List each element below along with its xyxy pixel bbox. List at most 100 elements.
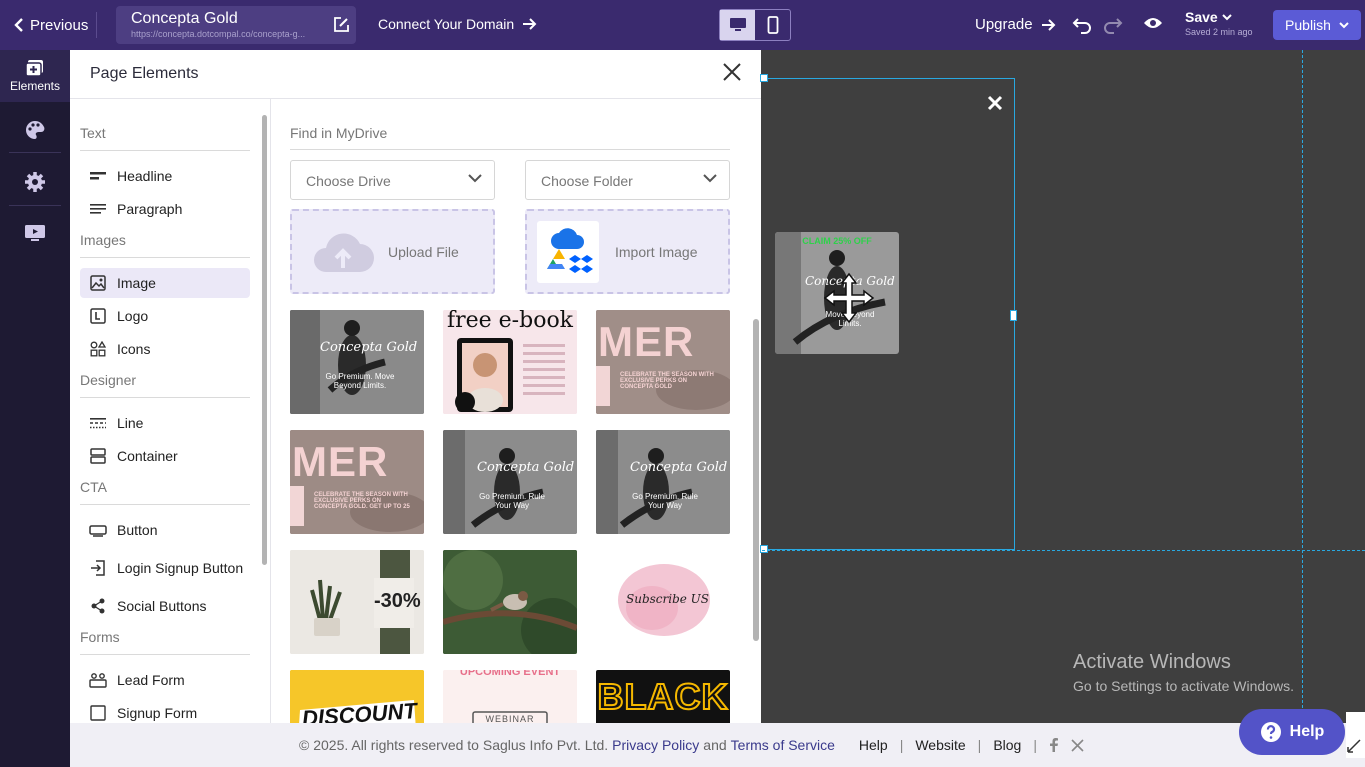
desktop-view-button[interactable] bbox=[720, 10, 755, 40]
device-toggle bbox=[719, 9, 791, 41]
image-thumbnail[interactable]: free e-book bbox=[443, 310, 577, 414]
publish-label: Publish bbox=[1285, 17, 1331, 33]
image-thumbnail[interactable]: Concepta Gold Go Premium. Rule Your Way bbox=[443, 430, 577, 534]
signup-form-icon bbox=[89, 704, 107, 722]
element-image[interactable]: Image bbox=[80, 268, 250, 298]
thumbnail-title: free e-book bbox=[446, 310, 574, 333]
resize-handle[interactable] bbox=[760, 545, 768, 553]
group-title: Designer bbox=[80, 372, 137, 388]
palette-icon bbox=[26, 121, 45, 139]
previous-button[interactable]: Previous bbox=[0, 17, 96, 34]
help-label: Help bbox=[1289, 723, 1325, 740]
choose-drive-select[interactable]: Choose Drive bbox=[290, 160, 495, 200]
preview-eye-icon[interactable] bbox=[1143, 15, 1163, 31]
chevron-down-icon bbox=[703, 174, 717, 183]
element-headline[interactable]: Headline bbox=[80, 161, 250, 191]
upgrade-label: Upgrade bbox=[975, 16, 1033, 33]
resize-handle[interactable] bbox=[1010, 310, 1017, 321]
terms-link[interactable]: Terms of Service bbox=[731, 737, 835, 753]
image-thumbnail[interactable]: MER CELEBRATE THE SEASON WITH EXCLUSIVE … bbox=[596, 310, 730, 414]
categories-scrollbar[interactable] bbox=[259, 99, 270, 723]
close-icon[interactable] bbox=[986, 94, 1004, 112]
facebook-icon[interactable] bbox=[1049, 738, 1059, 752]
divider bbox=[96, 12, 97, 38]
thumbnail-subtitle: Go Premium. Move Beyond Limits. bbox=[325, 372, 395, 390]
element-container[interactable]: Container bbox=[80, 441, 250, 471]
redo-icon[interactable] bbox=[1103, 14, 1123, 34]
privacy-policy-link[interactable]: Privacy Policy bbox=[612, 737, 699, 753]
image-thumbnail[interactable]: Concepta Gold Go Premium. Move Beyond Li… bbox=[290, 310, 424, 414]
close-icon[interactable] bbox=[721, 61, 743, 83]
image-thumbnail[interactable] bbox=[443, 550, 577, 654]
thumbnail-title: -30% bbox=[374, 590, 421, 612]
connect-domain-button[interactable]: Connect Your Domain bbox=[378, 16, 537, 32]
publish-button[interactable]: Publish bbox=[1273, 10, 1361, 40]
choose-folder-value: Choose Folder bbox=[541, 173, 633, 189]
image-thumbnail[interactable]: DISCOUNT bbox=[290, 670, 424, 723]
element-label: Paragraph bbox=[117, 201, 183, 217]
element-line[interactable]: Line bbox=[80, 408, 250, 438]
image-thumbnail[interactable]: BLACK bbox=[596, 670, 730, 723]
login-icon bbox=[89, 559, 107, 577]
undo-icon[interactable] bbox=[1072, 14, 1092, 34]
element-login-signup-button[interactable]: Login Signup Button bbox=[80, 548, 250, 588]
element-logo[interactable]: Logo bbox=[80, 301, 250, 331]
element-lead-form[interactable]: Lead Form bbox=[80, 665, 250, 695]
arrow-right-icon bbox=[523, 18, 537, 30]
thumbnail-subtitle: CELEBRATE THE SEASON WITH EXCLUSIVE PERK… bbox=[314, 492, 410, 510]
rail-item-design[interactable] bbox=[0, 102, 70, 140]
element-label: Headline bbox=[117, 168, 173, 184]
image-thumbnail[interactable]: UPCOMING EVENT WEBINAR bbox=[443, 670, 577, 723]
image-thumbnail[interactable]: Subscribe US bbox=[596, 550, 730, 654]
upgrade-button[interactable]: Upgrade bbox=[975, 16, 1056, 33]
resize-corner[interactable] bbox=[1346, 712, 1365, 758]
rail-item-preview[interactable] bbox=[0, 206, 70, 242]
element-social-buttons[interactable]: Social Buttons bbox=[80, 591, 250, 621]
share-icon bbox=[89, 597, 107, 615]
element-label: Line bbox=[117, 415, 144, 431]
element-label: Container bbox=[117, 448, 178, 464]
chevron-left-icon bbox=[14, 18, 23, 32]
footer-separator: | bbox=[977, 737, 982, 753]
image-thumbnail[interactable]: -30% bbox=[290, 550, 424, 654]
choose-folder-select[interactable]: Choose Folder bbox=[525, 160, 730, 200]
rail-item-settings[interactable] bbox=[0, 153, 70, 193]
element-icons[interactable]: Icons bbox=[80, 334, 250, 364]
logo-icon bbox=[89, 307, 107, 325]
cloud-upload-icon bbox=[314, 233, 374, 272]
resize-handle[interactable] bbox=[760, 74, 768, 82]
element-signup-form[interactable]: Signup Form bbox=[80, 698, 250, 723]
save-button[interactable]: Save Saved 2 min ago bbox=[1185, 9, 1253, 37]
panel-title: Page Elements bbox=[90, 65, 199, 82]
footer-and-text: and bbox=[703, 737, 727, 753]
lead-form-icon bbox=[89, 671, 107, 689]
footer-blog-link[interactable]: Blog bbox=[993, 737, 1021, 753]
site-name: Concepta Gold bbox=[131, 10, 238, 27]
saved-status: Saved 2 min ago bbox=[1185, 27, 1253, 37]
site-name-box[interactable]: Concepta Gold https://concepta.dotcompal… bbox=[116, 6, 356, 44]
edit-icon[interactable] bbox=[332, 16, 350, 34]
thumbnail-title: MER bbox=[292, 438, 389, 485]
move-cursor-icon bbox=[823, 272, 875, 324]
image-thumbnail[interactable]: Concepta Gold Go Premium. Rule Your Way bbox=[596, 430, 730, 534]
x-twitter-icon[interactable] bbox=[1071, 738, 1084, 752]
import-image-label: Import Image bbox=[615, 243, 698, 260]
footer-website-link[interactable]: Website bbox=[915, 737, 965, 753]
element-label: Login Signup Button bbox=[117, 559, 244, 576]
mobile-view-button[interactable] bbox=[755, 10, 790, 40]
paragraph-icon bbox=[89, 200, 107, 218]
image-thumbnail[interactable]: MER CELEBRATE THE SEASON WITH EXCLUSIVE … bbox=[290, 430, 424, 534]
import-image-button[interactable]: Import Image bbox=[525, 209, 730, 294]
group-title: Text bbox=[80, 125, 106, 141]
help-button[interactable]: Help bbox=[1239, 709, 1345, 755]
element-button[interactable]: Button bbox=[80, 515, 250, 545]
media-scrollbar[interactable] bbox=[751, 99, 761, 723]
thumbnail-title: MER bbox=[598, 318, 695, 365]
group-title: Images bbox=[80, 232, 126, 248]
rail-item-elements[interactable]: Elements bbox=[0, 50, 70, 102]
element-paragraph[interactable]: Paragraph bbox=[80, 194, 250, 224]
canvas-image[interactable]: CLAIM 25% OFF Concepta Gold Move Beyond … bbox=[775, 232, 899, 354]
line-icon bbox=[89, 414, 107, 432]
upload-file-button[interactable]: Upload File bbox=[290, 209, 495, 294]
footer-help-link[interactable]: Help bbox=[859, 737, 888, 753]
